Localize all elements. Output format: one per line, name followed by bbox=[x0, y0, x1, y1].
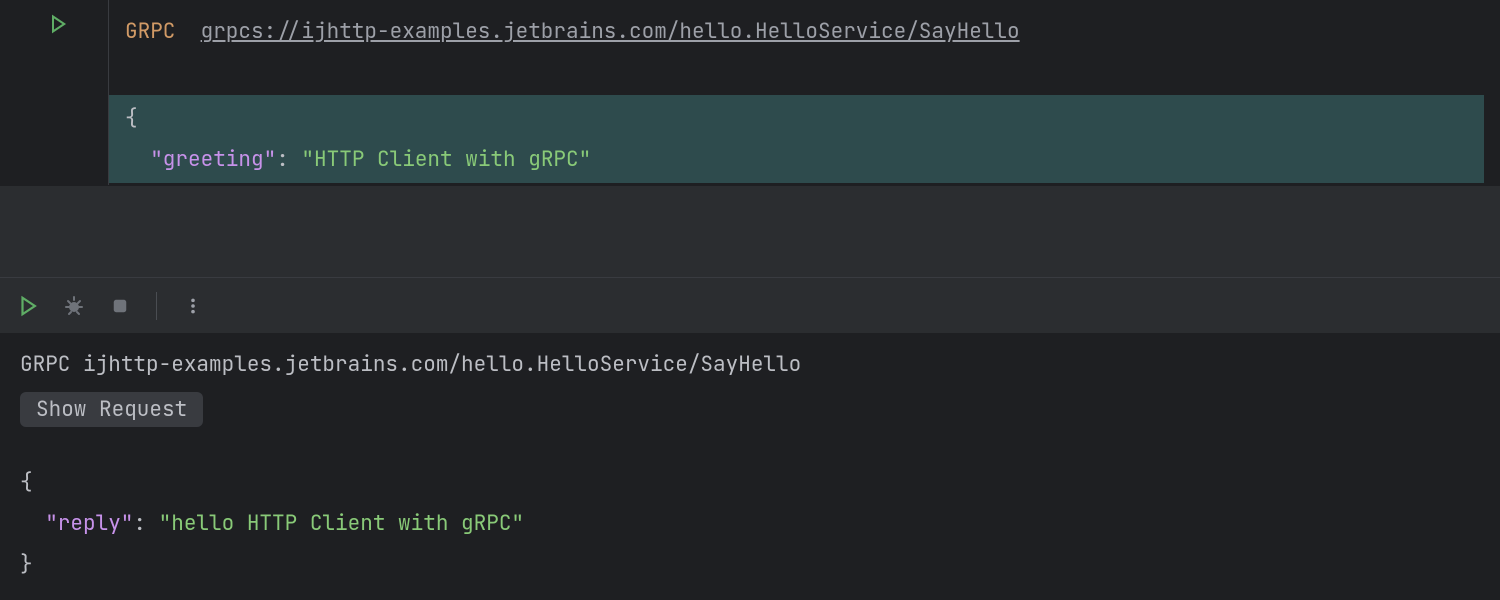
stop-icon[interactable] bbox=[108, 294, 132, 318]
show-request-button[interactable]: Show Request bbox=[20, 392, 203, 427]
output-method: GRPC bbox=[20, 351, 70, 378]
request-url[interactable]: grpcs://ijhttp-examples.jetbrains.com/he… bbox=[201, 18, 1020, 45]
editor-pane: GRPC grpcs://ijhttp-examples.jetbrains.c… bbox=[0, 0, 1500, 185]
run-icon[interactable] bbox=[16, 294, 40, 318]
json-value: "hello HTTP Client with gRPC" bbox=[159, 510, 524, 537]
json-open-brace: { bbox=[125, 105, 138, 132]
more-icon[interactable] bbox=[181, 294, 205, 318]
json-colon: : bbox=[133, 510, 146, 537]
toolbar-separator bbox=[156, 292, 157, 320]
response-body: { "reply": "hello HTTP Client with gRPC"… bbox=[20, 463, 1480, 586]
request-body: { "greeting": "HTTP Client with gRPC" bbox=[109, 95, 1484, 183]
run-request-icon[interactable] bbox=[48, 14, 68, 34]
debug-icon[interactable] bbox=[62, 294, 86, 318]
output-header: GRPC ijhttp-examples.jetbrains.com/hello… bbox=[20, 345, 1480, 386]
editor-content[interactable]: GRPC grpcs://ijhttp-examples.jetbrains.c… bbox=[108, 0, 1500, 185]
panel-gap bbox=[0, 185, 1500, 277]
json-open-brace: { bbox=[20, 469, 33, 496]
json-close-brace: } bbox=[20, 551, 33, 578]
json-key: "greeting" bbox=[150, 146, 276, 173]
run-toolbar bbox=[0, 277, 1500, 333]
editor-gutter bbox=[0, 0, 108, 185]
method-keyword: GRPC bbox=[125, 18, 175, 45]
output-target: ijhttp-examples.jetbrains.com/hello.Hell… bbox=[83, 351, 801, 378]
json-key: "reply" bbox=[45, 510, 133, 537]
request-line: GRPC grpcs://ijhttp-examples.jetbrains.c… bbox=[125, 12, 1484, 53]
output-pane: GRPC ijhttp-examples.jetbrains.com/hello… bbox=[0, 333, 1500, 598]
json-colon: : bbox=[276, 146, 289, 173]
json-value: "HTTP Client with gRPC" bbox=[301, 146, 591, 173]
